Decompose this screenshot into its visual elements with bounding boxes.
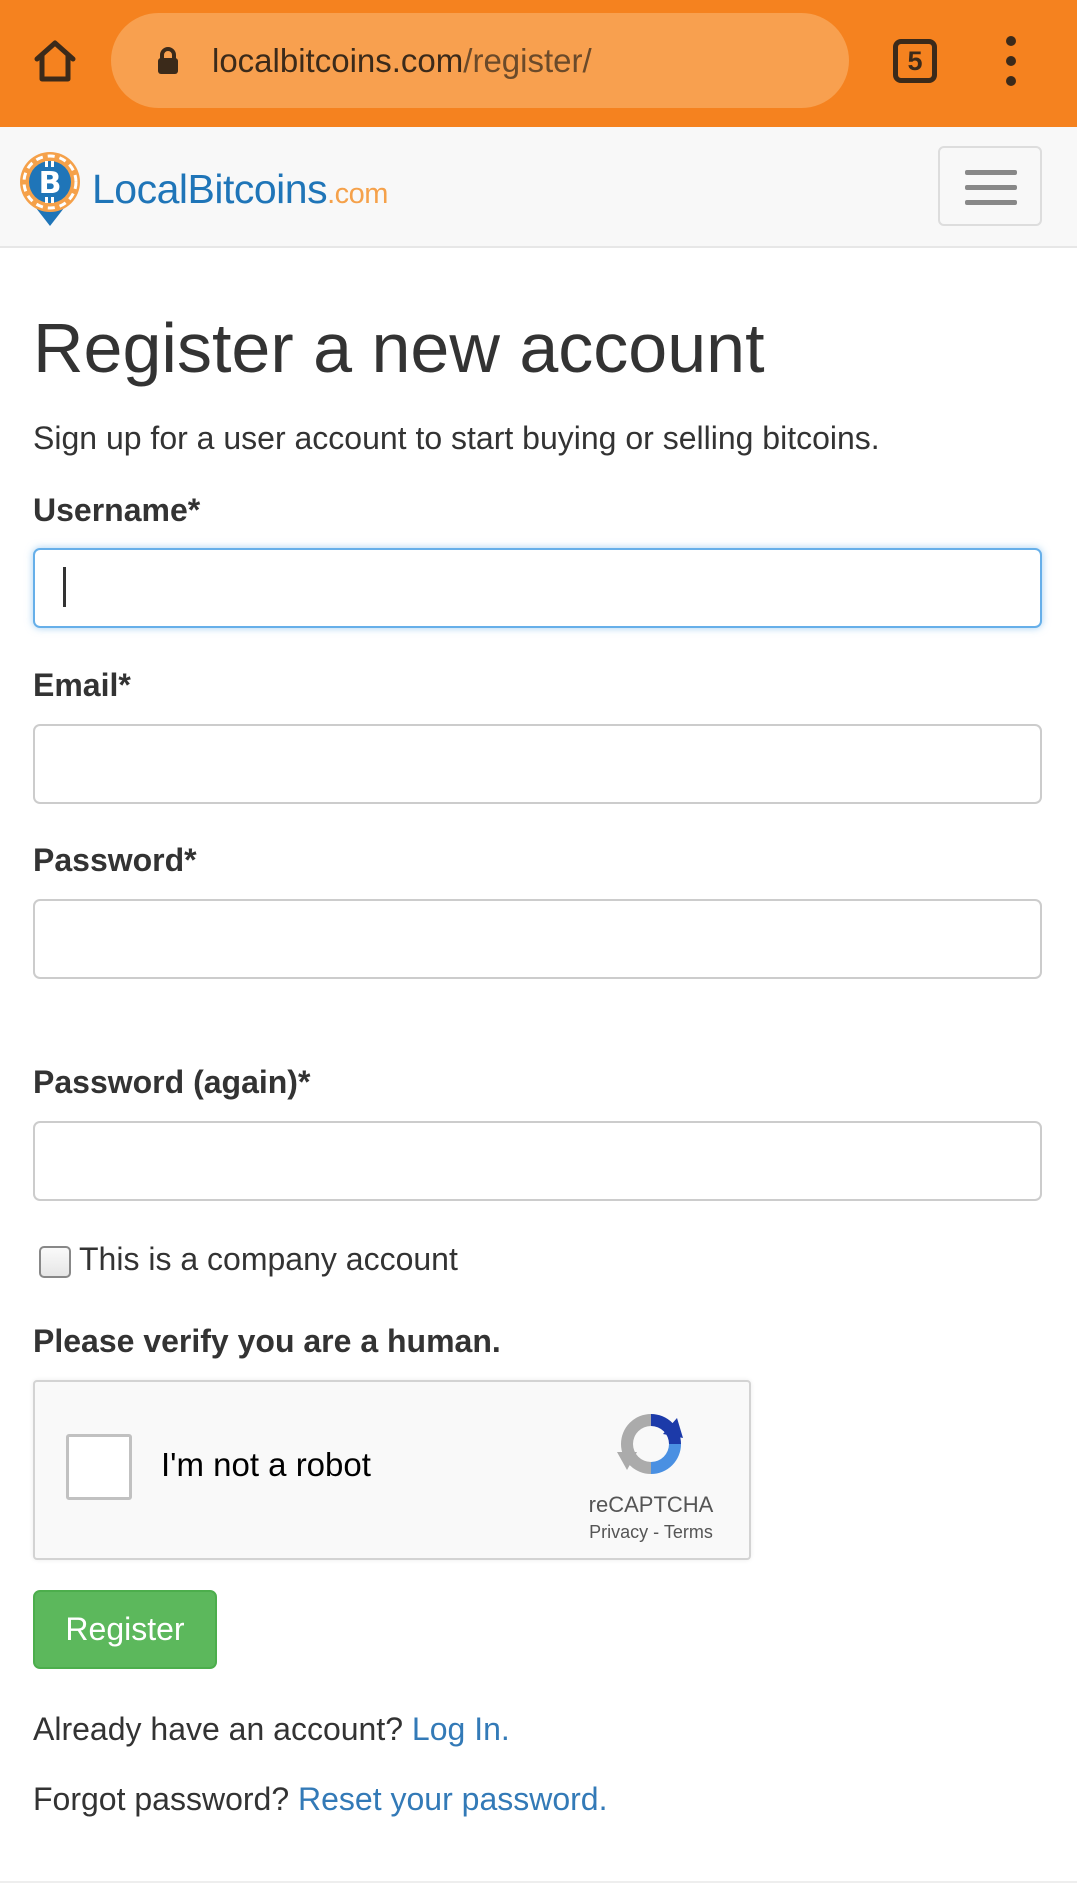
password-label: Password*: [33, 842, 197, 878]
text-caret: [63, 567, 66, 607]
verify-human-label: Please verify you are a human.: [33, 1323, 501, 1359]
company-account-checkbox[interactable]: [39, 1246, 71, 1278]
recaptcha-widget: I'm not a robot reCAPTCHA Privacy - Term…: [33, 1380, 751, 1560]
tab-count: 5: [907, 45, 923, 76]
email-input[interactable]: [33, 724, 1042, 804]
register-button[interactable]: Register: [33, 1590, 217, 1669]
lock-icon: [158, 47, 178, 74]
svg-text:B: B: [39, 166, 62, 201]
logo-wordmark: LocalBitcoins.com: [92, 166, 388, 213]
home-icon: [34, 40, 76, 82]
url-path: /register/: [463, 42, 592, 79]
email-label: Email*: [33, 667, 131, 703]
footer-divider: [0, 1881, 1077, 1883]
company-account-label[interactable]: This is a company account: [79, 1241, 458, 1278]
forgot-password-text: Forgot password?: [33, 1781, 299, 1817]
url-domain: localbitcoins.com: [212, 42, 464, 79]
company-account-row: This is a company account: [39, 1240, 458, 1278]
login-prompt-line: Already have an account? Log In.: [33, 1711, 510, 1748]
page-subtitle: Sign up for a user account to start buyi…: [33, 420, 880, 456]
url-text: localbitcoins.com/register/: [212, 13, 592, 108]
password-input[interactable]: [33, 899, 1042, 979]
logo-name: LocalBitcoins: [92, 165, 328, 212]
reset-password-link[interactable]: Reset your password.: [298, 1781, 607, 1817]
login-link[interactable]: Log In.: [412, 1711, 510, 1747]
address-bar[interactable]: localbitcoins.com/register/: [111, 13, 849, 108]
more-vert-icon[interactable]: [996, 36, 1026, 86]
recaptcha-brand: reCAPTCHA: [588, 1492, 714, 1517]
recaptcha-terms-link[interactable]: Terms: [664, 1522, 713, 1542]
recaptcha-links: Privacy - Terms: [565, 1522, 737, 1543]
username-input[interactable]: [33, 548, 1042, 628]
page-title: Register a new account: [33, 309, 765, 387]
tab-switcher-button[interactable]: 5: [893, 39, 937, 83]
recaptcha-separator: -: [648, 1522, 664, 1542]
hamburger-menu-icon[interactable]: [938, 146, 1042, 226]
home-button[interactable]: [27, 33, 83, 89]
recaptcha-privacy-link[interactable]: Privacy: [589, 1522, 648, 1542]
login-prompt-text: Already have an account?: [33, 1711, 412, 1747]
recaptcha-label: I'm not a robot: [161, 1446, 371, 1483]
site-navbar: B LocalBitcoins.com: [0, 127, 1077, 248]
username-label: Username*: [33, 492, 201, 528]
browser-toolbar: localbitcoins.com/register/ 5: [0, 0, 1077, 127]
site-logo[interactable]: B LocalBitcoins.com: [18, 149, 388, 229]
logo-tld: .com: [327, 177, 388, 210]
password-again-label: Password (again)*: [33, 1064, 311, 1100]
recaptcha-checkbox[interactable]: [66, 1434, 132, 1500]
bitcoin-pin-logo-icon: B: [20, 152, 80, 226]
forgot-password-line: Forgot password? Reset your password.: [33, 1781, 607, 1818]
recaptcha-logo-icon: [617, 1414, 683, 1474]
password-again-input[interactable]: [33, 1121, 1042, 1201]
